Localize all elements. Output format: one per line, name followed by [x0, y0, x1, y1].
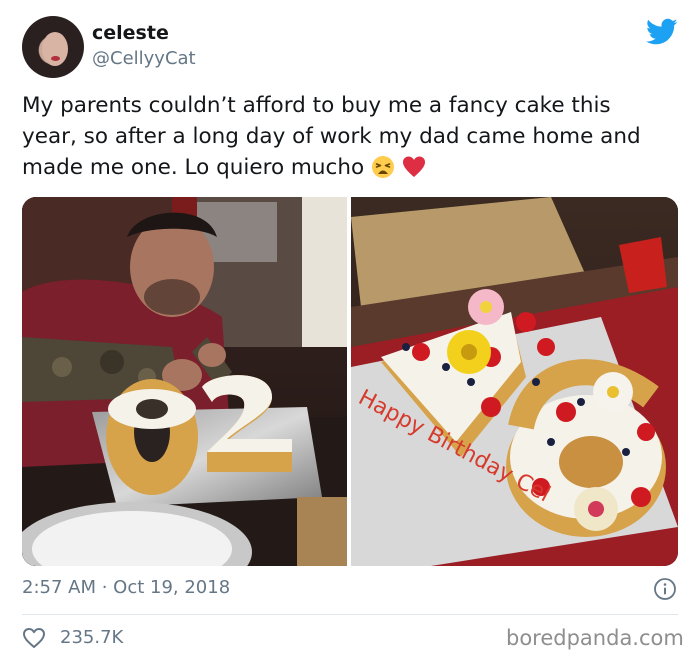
user-handle[interactable]: @CellyyCat [92, 48, 196, 69]
red-heart-icon [402, 156, 425, 177]
tweet-timestamp[interactable]: 2:57 AM · Oct 19, 2018 [22, 577, 230, 598]
tweet-card: celeste @CellyyCat My parents couldn’t a… [0, 0, 700, 668]
avatar[interactable] [22, 16, 84, 78]
tweet-photo-left[interactable] [22, 197, 347, 566]
like-count[interactable]: 235.7K [60, 627, 123, 648]
photo-birthday-cake: Happy Birthday Cel [351, 197, 678, 566]
user-display-name[interactable]: celeste [92, 22, 169, 44]
info-icon[interactable] [653, 577, 677, 601]
tweet-photo-right[interactable]: Happy Birthday Cel [351, 197, 678, 566]
twitter-bird-icon[interactable] [646, 18, 678, 46]
photo-dad-decorating [22, 197, 347, 566]
weary-face-icon [371, 156, 394, 178]
avatar-lips [51, 56, 60, 61]
tweet-body: My parents couldn’t afford to buy me a f… [22, 93, 641, 180]
tweet-text: My parents couldn’t afford to buy me a f… [22, 90, 662, 183]
watermark: boredpanda.com [506, 626, 684, 650]
like-heart-icon[interactable] [22, 627, 46, 649]
divider [22, 614, 678, 615]
